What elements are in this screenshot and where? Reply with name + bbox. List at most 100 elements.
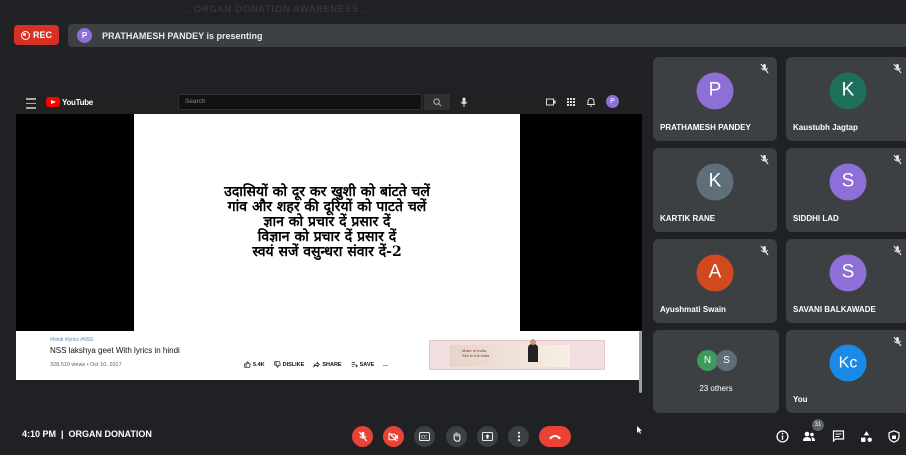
youtube-search-input[interactable]: Search [178, 94, 422, 110]
save-playlist-icon [351, 362, 358, 368]
participant-name: KARTIK RANE [660, 214, 716, 223]
activities-button[interactable] [859, 429, 873, 443]
share-label: SHARE [322, 361, 342, 368]
youtube-play-icon [46, 97, 60, 107]
participant-avatar: S [829, 254, 867, 292]
more-options-button[interactable] [508, 426, 529, 447]
notification-bell-icon[interactable] [586, 97, 596, 107]
thumbs-down-icon [273, 361, 281, 368]
youtube-search-button[interactable] [424, 94, 450, 110]
participant-tile[interactable]: S SAVANI BALKAWADE [786, 239, 906, 323]
participant-tile[interactable]: P PRATHAMESH PANDEY [653, 57, 777, 141]
shield-lock-icon [888, 429, 900, 443]
create-video-icon[interactable] [546, 97, 556, 107]
participant-avatar: K [829, 72, 867, 110]
meeting-details: 4:10 PM | ORGAN DONATION [22, 429, 152, 439]
details-separator: | [61, 429, 64, 439]
search-icon [432, 97, 441, 106]
chat-button[interactable] [831, 429, 845, 443]
lyrics-line: स्वयं सजें वसुन्धरा संवार दें-2 [252, 244, 402, 260]
others-avatar: S [716, 350, 737, 371]
participant-tile[interactable]: A Ayushmati Swain [653, 239, 777, 323]
mic-off-icon [893, 63, 902, 74]
participant-tile[interactable]: K KARTIK RANE [653, 148, 777, 232]
dislike-button[interactable]: DISLIKE [273, 361, 305, 368]
mic-off-icon [358, 431, 367, 442]
self-name: You [793, 395, 808, 404]
raise-hand-button[interactable] [446, 426, 467, 447]
lyrics-line: ज्ञान को प्रचार दें प्रसार दें [263, 214, 391, 230]
more-actions-button[interactable]: ... [383, 362, 388, 368]
others-count-label: 23 others [699, 384, 733, 393]
record-icon [20, 30, 30, 40]
youtube-avatar[interactable]: P [606, 95, 619, 108]
video-hashtags[interactable]: #hindi #lyrics #NSS [50, 337, 93, 343]
captions-button[interactable]: CC [414, 426, 435, 447]
lyrics-line: विज्ञान को प्रचार दें प्रसार दें [257, 229, 397, 245]
others-tile[interactable]: N S 23 others [653, 330, 779, 413]
video-player[interactable]: उदासियों को दूर कर खुशी को बांटते चलें ग… [16, 114, 642, 331]
camera-toggle-button[interactable] [383, 426, 404, 447]
microphone-toggle-button[interactable] [352, 426, 373, 447]
present-screen-icon [482, 432, 493, 441]
youtube-header-actions: P [546, 95, 619, 108]
share-button[interactable]: SHARE [313, 361, 342, 368]
people-button[interactable] [802, 429, 816, 443]
top-strip: ... ORGAN DONATION AWARENESS ... [0, 0, 906, 22]
ad-text-2: Sell to full India [462, 353, 490, 358]
youtube-logo[interactable]: YouTube [46, 96, 93, 108]
apps-grid-icon[interactable] [566, 97, 576, 107]
recording-indicator[interactable]: REC [14, 25, 59, 45]
presenter-avatar: P [77, 28, 92, 43]
presenting-banner: P PRATHAMESH PANDEY is presenting [68, 24, 906, 47]
info-icon [775, 429, 789, 443]
meet-window: ... ORGAN DONATION AWARENESS ... REC P P… [0, 0, 906, 455]
participant-avatar: S [829, 163, 867, 201]
mic-off-icon [760, 63, 769, 74]
leave-call-button[interactable] [539, 426, 571, 447]
youtube-logo-text: YouTube [62, 97, 93, 107]
participant-name: Ayushmati Swain [660, 305, 726, 314]
video-info-panel: #hindi #lyrics #NSS NSS lakshya geet Wit… [16, 331, 642, 393]
participant-name: SAVANI BALKAWADE [793, 305, 876, 314]
shared-screen: YouTube Search P उदासियों को दूर कर खुशी… [16, 90, 642, 393]
ad-banner[interactable]: Make in India, Sell to full India [429, 339, 605, 370]
bottom-control-bar: 4:10 PM | ORGAN DONATION CC 31 [0, 415, 906, 455]
host-controls-button[interactable] [887, 429, 901, 443]
video-views: 328,510 views • Oct 10, 2017 [50, 362, 122, 368]
self-avatar: Kc [829, 344, 867, 382]
hang-up-icon [549, 435, 561, 440]
meeting-name: ORGAN DONATION [68, 429, 152, 439]
participant-tile[interactable]: K Kaustubh Jagtap [786, 57, 906, 141]
more-vert-icon [517, 431, 520, 442]
thumbs-up-icon [244, 361, 251, 368]
closed-captions-icon: CC [419, 432, 430, 441]
video-title: NSS lakshya geet With lyrics in hindi [50, 346, 180, 355]
mic-off-icon [760, 245, 769, 256]
save-button[interactable]: SAVE [351, 361, 374, 368]
clock-time: 4:10 PM [22, 429, 57, 439]
mic-off-icon [893, 245, 902, 256]
mouse-cursor-icon [637, 426, 642, 434]
participant-tile[interactable]: S SIDDHI LAD [786, 148, 906, 232]
like-button[interactable]: 5.4K [244, 361, 265, 368]
self-tile[interactable]: Kc You [786, 330, 906, 413]
participant-avatar: K [696, 163, 734, 201]
svg-text:CC: CC [421, 434, 427, 440]
camera-off-icon [388, 431, 399, 442]
raise-hand-icon [453, 432, 461, 442]
microphone-icon[interactable] [458, 96, 470, 108]
chat-icon [832, 430, 844, 442]
ad-creative: Make in India, Sell to full India [450, 345, 570, 367]
participant-name: PRATHAMESH PANDEY [660, 123, 751, 132]
participant-name: SIDDHI LAD [793, 214, 839, 223]
others-avatar: N [697, 350, 718, 371]
participant-avatar: P [696, 72, 734, 110]
lyrics-line: उदासियों को दूर कर खुशी को बांटते चलें [224, 184, 430, 200]
meeting-info-button[interactable] [775, 429, 789, 443]
page-scrollbar[interactable] [639, 331, 642, 393]
dislike-label: DISLIKE [282, 361, 305, 368]
present-now-button[interactable] [477, 426, 498, 447]
hamburger-menu-icon[interactable] [26, 95, 36, 109]
mic-off-icon [760, 154, 769, 165]
